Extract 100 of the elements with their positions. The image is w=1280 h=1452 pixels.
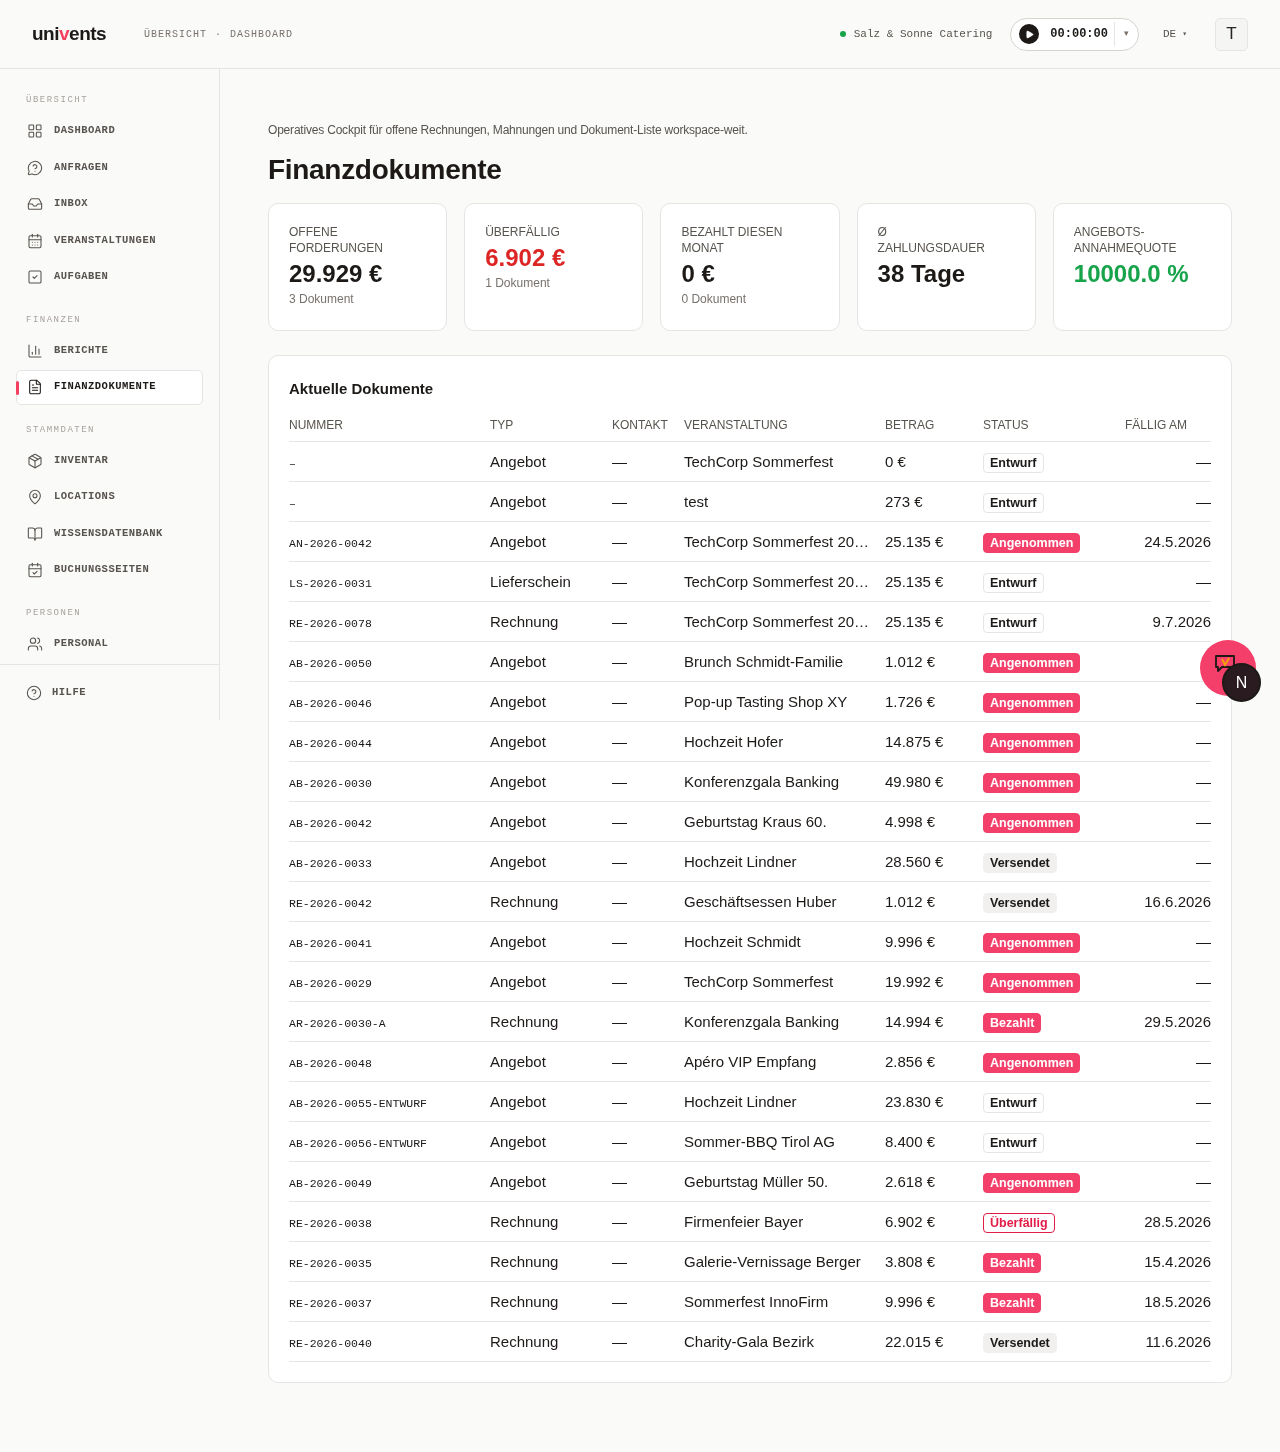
due-date: 29.5.2026 — [1144, 1012, 1211, 1030]
status-badge: Angenommen — [983, 812, 1081, 833]
document-type: Angebot — [490, 772, 546, 790]
status-badge: Angenommen — [983, 652, 1081, 673]
event-name: Brunch Schmidt-Familie — [684, 652, 844, 670]
document-number[interactable]: RE-2026-0042 — [289, 896, 372, 910]
breadcrumb-item[interactable]: DASHBOARD — [230, 26, 294, 42]
sidebar-item[interactable]: VERANSTALTUNGEN — [16, 223, 203, 258]
box-icon — [27, 452, 43, 469]
sidebar-item[interactable]: INVENTAR — [16, 443, 203, 478]
status-badge: Angenommen — [983, 772, 1081, 793]
event-name: Apéro VIP Empfang — [684, 1052, 817, 1070]
sidebar-item[interactable]: INBOX — [16, 186, 203, 222]
stat-note: 3 Dokument — [289, 291, 355, 308]
stat-label: ÜBERFÄLLIG — [485, 224, 561, 240]
amount: 25.135 € — [885, 532, 944, 550]
document-number[interactable]: RE-2026-0035 — [289, 1256, 372, 1270]
contact-cell: — — [612, 972, 627, 990]
document-type: Rechnung — [490, 1332, 559, 1350]
language-selector[interactable]: DE ▾ — [1162, 25, 1187, 43]
play-button[interactable] — [1019, 24, 1040, 44]
document-number[interactable]: AB-2026-0048 — [289, 1056, 372, 1070]
contact-cell: — — [612, 1172, 627, 1190]
document-number[interactable]: AB-2026-0029 — [289, 976, 372, 990]
document-type: Lieferschein — [490, 572, 571, 590]
sidebar-item[interactable]: WISSENSDATENBANK — [16, 516, 203, 551]
page-title: Finanzdokumente — [268, 153, 503, 187]
stat-label: BEZAHLT DIESEN MONAT — [681, 224, 784, 256]
status-badge: Entwurf — [983, 1092, 1044, 1113]
document-number[interactable]: AB-2026-0050 — [289, 656, 372, 670]
document-number[interactable]: AB-2026-0055-ENTWURF — [289, 1096, 428, 1110]
document-number[interactable]: AB-2026-0046 — [289, 696, 372, 710]
document-number[interactable]: AB-2026-0056-ENTWURF — [289, 1136, 428, 1150]
calendar-icon — [27, 232, 43, 249]
document-number[interactable]: AB-2026-0049 — [289, 1176, 372, 1190]
document-number[interactable]: AN-2026-0042 — [289, 536, 372, 550]
document-type: Angebot — [490, 1092, 546, 1110]
due-date: — — [1196, 732, 1211, 750]
document-number[interactable]: AB-2026-0030 — [289, 776, 372, 790]
contact-cell: — — [612, 852, 627, 870]
status-badge: Versendet — [983, 852, 1057, 873]
document-number[interactable]: LS-2026-0031 — [289, 576, 372, 590]
contact-cell: — — [612, 1092, 627, 1110]
amount: 9.996 € — [885, 1292, 936, 1310]
event-name: Geburtstag Kraus 60. — [684, 812, 827, 830]
document-number[interactable]: AB-2026-0044 — [289, 736, 372, 750]
sidebar-item[interactable]: FINANZDOKUMENTE — [16, 369, 203, 405]
document-type: Rechnung — [490, 612, 559, 630]
document-number[interactable]: AB-2026-0041 — [289, 936, 372, 950]
document-type: Rechnung — [490, 1212, 559, 1230]
sidebar-item[interactable]: DASHBOARD — [16, 113, 203, 149]
event-name: Pop-up Tasting Shop XY — [684, 692, 848, 710]
timer-control[interactable]: 00:00:00 ▾ — [1010, 17, 1139, 51]
amount: 14.994 € — [885, 1012, 944, 1030]
card-title: Aktuelle Dokumente — [289, 379, 435, 399]
help-link[interactable]: HILFE — [16, 675, 203, 710]
document-number[interactable]: RE-2026-0040 — [289, 1336, 372, 1350]
document-type: Angebot — [490, 812, 546, 830]
document-number[interactable]: RE-2026-0078 — [289, 616, 372, 630]
contact-cell: — — [612, 612, 627, 630]
sidebar-item[interactable]: AUFGABEN — [16, 259, 203, 295]
contact-cell: — — [612, 1332, 627, 1350]
due-date: 15.4.2026 — [1144, 1252, 1211, 1270]
workspace-name[interactable]: Salz & Sonne Catering — [853, 25, 993, 43]
document-number[interactable]: RE-2026-0037 — [289, 1296, 372, 1310]
amount: 22.015 € — [885, 1332, 944, 1350]
due-date: — — [1196, 972, 1211, 990]
document-number[interactable]: – — [289, 456, 296, 470]
status-badge: Entwurf — [983, 452, 1044, 473]
status-badge: Bezahlt — [983, 1252, 1042, 1273]
document-number[interactable]: AB-2026-0042 — [289, 816, 372, 830]
document-number[interactable]: RE-2026-0038 — [289, 1216, 372, 1230]
logo[interactable]: univents — [32, 19, 144, 49]
document-number[interactable]: – — [289, 496, 296, 510]
timer-dropdown-caret[interactable]: ▾ — [1120, 27, 1132, 41]
document-number[interactable]: AR-2026-0030-A — [289, 1016, 386, 1030]
sidebar-item[interactable]: ANFRAGEN — [16, 150, 203, 185]
event-name: TechCorp Sommerfest 20… — [684, 532, 870, 550]
user-avatar-button[interactable]: T — [1215, 17, 1248, 51]
document-type: Angebot — [490, 1132, 546, 1150]
document-number[interactable]: AB-2026-0033 — [289, 856, 372, 870]
document-type: Rechnung — [490, 1012, 559, 1030]
sidebar-item[interactable]: BUCHUNGSSEITEN — [16, 552, 203, 588]
stat-value: 10000.0 % — [1073, 259, 1190, 289]
contact-cell: — — [612, 772, 627, 790]
sidebar-item[interactable]: PERSONAL — [16, 626, 203, 661]
due-date: — — [1196, 1172, 1211, 1190]
inbox-icon — [27, 196, 43, 212]
status-badge: Entwurf — [983, 612, 1044, 633]
contact-cell: — — [612, 932, 627, 950]
column-header: VERANSTALTUNG — [684, 417, 788, 432]
page-subtitle: Operatives Cockpit für offene Rechnungen, Mahnungen und Dokument-Liste workspace-weit. — [268, 122, 749, 139]
status-badge: Angenommen — [983, 932, 1081, 953]
breadcrumb-item[interactable]: ÜBERSICHT — [144, 26, 207, 42]
due-date: — — [1196, 852, 1211, 870]
sidebar-item[interactable]: LOCATIONS — [16, 479, 203, 515]
stat-label: ANGEBOTS-ANNAHMEQUOTE — [1073, 224, 1178, 256]
sidebar-item[interactable]: BERICHTE — [16, 333, 203, 368]
stat-label: OFFENE FORDERUNGEN — [289, 224, 384, 256]
checkbox-icon — [27, 269, 43, 285]
